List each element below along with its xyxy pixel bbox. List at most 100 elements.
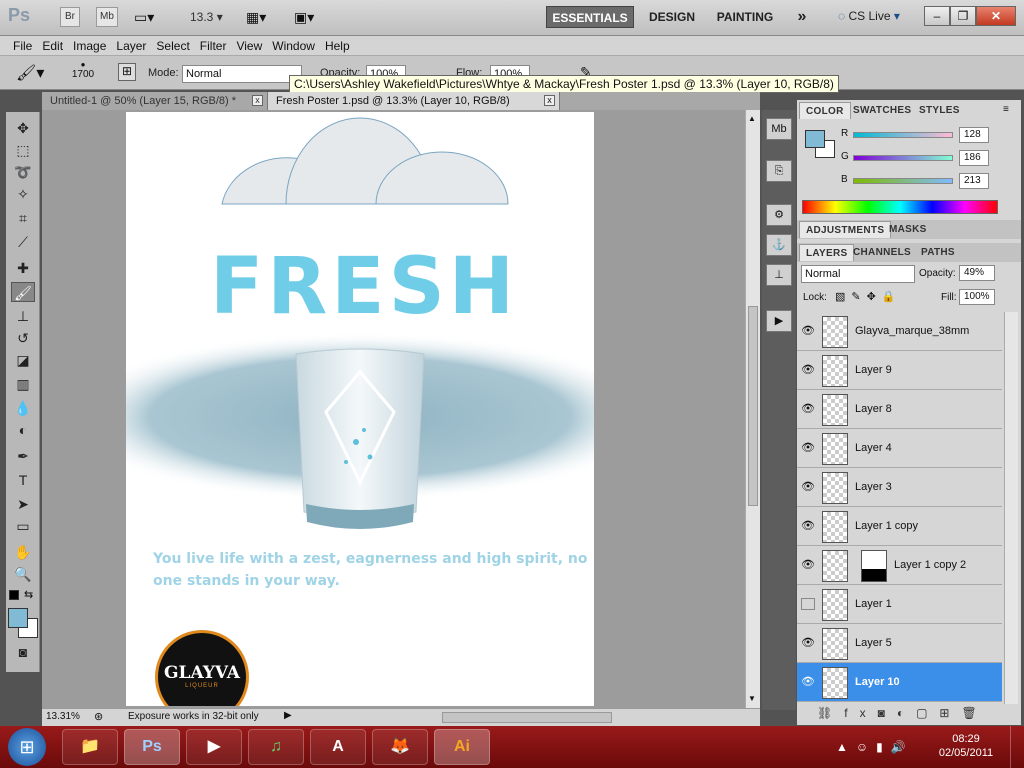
media-player-taskbar-icon[interactable]: ▶ — [186, 729, 242, 765]
minimize-button[interactable]: – — [924, 6, 950, 26]
workspace-design[interactable]: DESIGN — [644, 6, 700, 28]
eye-icon[interactable]: 👁 — [801, 364, 815, 376]
blue-slider[interactable] — [853, 178, 953, 184]
zoom-tool-icon[interactable]: 🔍 — [11, 564, 35, 584]
system-tray-icons[interactable]: ▲☺▮🔊 — [836, 740, 914, 754]
menu-view[interactable]: View — [231, 37, 267, 55]
close-window-button[interactable]: ✕ — [976, 6, 1016, 26]
fill-field[interactable]: 100% — [959, 289, 995, 305]
bridge-button[interactable]: Br — [60, 7, 80, 27]
eyedropper-tool-icon[interactable]: ⟋ — [11, 232, 35, 252]
cs-live-button[interactable]: ◌ CS Live ▾ — [838, 9, 900, 23]
layer-opacity-field[interactable]: 49% — [959, 265, 995, 281]
eye-icon[interactable]: 👁 — [801, 442, 815, 454]
blue-value-field[interactable]: 213 — [959, 173, 989, 189]
screen-mode-icon[interactable]: ▣▾ — [294, 9, 314, 26]
tab-masks[interactable]: MASKS — [883, 221, 933, 238]
eraser-tool-icon[interactable]: ◪ — [11, 350, 35, 370]
quick-mask-icon[interactable]: ◙ — [11, 642, 35, 662]
eye-icon[interactable]: 👁 — [801, 676, 815, 688]
scroll-up-icon[interactable]: ▲ — [748, 114, 756, 123]
scroll-down-icon[interactable]: ▼ — [748, 694, 756, 703]
brush-tool-preset-icon[interactable]: 🖌▾ — [16, 63, 44, 83]
zoom-level-display[interactable]: 13.3 ▾ — [190, 10, 223, 24]
layer-actions-icons[interactable]: ⛓fx◙◐▢⊞🗑 — [817, 706, 989, 720]
layer-row[interactable]: 👁 Layer 1 copy 2 — [797, 546, 1002, 585]
vertical-scrollbar[interactable]: ▲ ▼ — [745, 110, 760, 708]
green-value-field[interactable]: 186 — [959, 150, 989, 166]
tab-channels[interactable]: CHANNELS — [847, 244, 917, 261]
menu-window[interactable]: Window — [267, 37, 320, 55]
maximize-button[interactable]: ❐ — [950, 6, 976, 26]
color-spectrum-bar[interactable] — [802, 200, 998, 214]
eye-icon[interactable]: 👁 — [801, 403, 815, 415]
layer-row[interactable]: 👁 Layer 1 copy — [797, 507, 1002, 546]
mini-bridge-panel-icon[interactable]: Mb — [766, 118, 792, 140]
eye-icon[interactable]: 👁 — [801, 520, 815, 532]
menu-layer[interactable]: Layer — [111, 37, 151, 55]
pen-tool-icon[interactable]: ✒ — [11, 446, 35, 466]
menu-select[interactable]: Select — [151, 37, 194, 55]
layers-scrollbar[interactable] — [1004, 312, 1018, 704]
swap-colors-icon[interactable]: ⇆ — [24, 588, 33, 601]
hand-tool-icon[interactable]: ✋ — [11, 542, 35, 562]
type-tool-icon[interactable]: T — [11, 470, 35, 490]
tab-adjustments[interactable]: ADJUSTMENTS — [799, 221, 892, 238]
eye-icon[interactable]: 👁 — [801, 481, 815, 493]
workspace-essentials[interactable]: ESSENTIALS — [546, 6, 634, 28]
start-button[interactable]: ⊞ — [8, 728, 46, 766]
status-menu-arrow-icon[interactable]: ▶ — [284, 710, 292, 721]
tool-presets-icon[interactable]: ⊥ — [766, 264, 792, 286]
menu-help[interactable]: Help — [320, 37, 355, 55]
brush-presets-icon[interactable]: ⚙ — [766, 204, 792, 226]
tab-untitled-1[interactable]: Untitled-1 @ 50% (Layer 15, RGB/8) * x — [42, 92, 268, 110]
eye-icon[interactable]: 👁 — [801, 637, 815, 649]
blend-mode-select[interactable]: Normal — [801, 265, 915, 283]
red-value-field[interactable]: 128 — [959, 127, 989, 143]
clock[interactable]: 08:29 02/05/2011 — [936, 732, 996, 760]
layer-row[interactable]: 👁 Layer 5 — [797, 624, 1002, 663]
horizontal-scroll-thumb[interactable] — [442, 712, 612, 723]
clone-source-icon[interactable]: ⚓ — [766, 234, 792, 256]
more-workspaces-button[interactable]: » — [790, 6, 814, 28]
menu-filter[interactable]: Filter — [195, 37, 232, 55]
tab-swatches[interactable]: SWATCHES — [847, 102, 917, 119]
view-extras-icon[interactable]: ▭▾ — [134, 9, 154, 26]
gradient-tool-icon[interactable]: ▥ — [11, 374, 35, 394]
minibridge-button[interactable]: Mb — [96, 7, 118, 27]
foreground-color-chip[interactable] — [805, 130, 825, 148]
eye-icon[interactable]: 👁 — [801, 559, 815, 571]
show-desktop-button[interactable] — [1010, 726, 1024, 768]
close-tab-icon[interactable]: x — [544, 95, 555, 106]
path-selection-tool-icon[interactable]: ➤ — [11, 494, 35, 514]
wordpad-taskbar-icon[interactable]: A — [310, 729, 366, 765]
scroll-thumb[interactable] — [748, 306, 758, 506]
lasso-tool-icon[interactable]: ➰ — [11, 162, 35, 182]
blur-tool-icon[interactable]: 💧 — [11, 398, 35, 418]
status-zoom[interactable]: 13.31% — [46, 711, 80, 722]
history-brush-tool-icon[interactable]: ↺ — [11, 328, 35, 348]
tab-fresh-poster[interactable]: Fresh Poster 1.psd @ 13.3% (Layer 10, RG… — [268, 92, 560, 110]
menu-file[interactable]: File — [8, 37, 37, 55]
illustrator-taskbar-icon[interactable]: Ai — [434, 729, 490, 765]
layer-row[interactable]: 👁 Glayva_marque_38mm — [797, 312, 1002, 351]
healing-brush-tool-icon[interactable]: ✚ — [11, 258, 35, 278]
spotify-taskbar-icon[interactable]: ♫ — [248, 729, 304, 765]
brush-tool-icon[interactable]: 🖌 — [11, 282, 35, 302]
mode-select[interactable]: Normal — [182, 65, 302, 83]
lock-icons[interactable]: ▧✎✥🔒 — [835, 290, 902, 303]
canvas-area[interactable]: FRESH You live life with a zest, eagnern… — [42, 110, 760, 708]
firefox-taskbar-icon[interactable]: 🦊 — [372, 729, 428, 765]
clone-stamp-tool-icon[interactable]: ⊥ — [11, 306, 35, 326]
move-tool-icon[interactable]: ✥ — [11, 118, 35, 138]
explorer-taskbar-icon[interactable]: 📁 — [62, 729, 118, 765]
red-slider[interactable] — [853, 132, 953, 138]
brush-panel-toggle-icon[interactable]: ⊞ — [118, 63, 136, 81]
layer-row[interactable]: 👁 Layer 10 — [797, 663, 1002, 702]
status-info-icon[interactable]: ⊛ — [94, 710, 103, 723]
foreground-color-swatch[interactable] — [8, 608, 28, 628]
crop-tool-icon[interactable]: ⌗ — [11, 208, 35, 228]
quick-selection-tool-icon[interactable]: ✧ — [11, 184, 35, 204]
green-slider[interactable] — [853, 155, 953, 161]
default-colors-icon[interactable] — [9, 590, 19, 600]
